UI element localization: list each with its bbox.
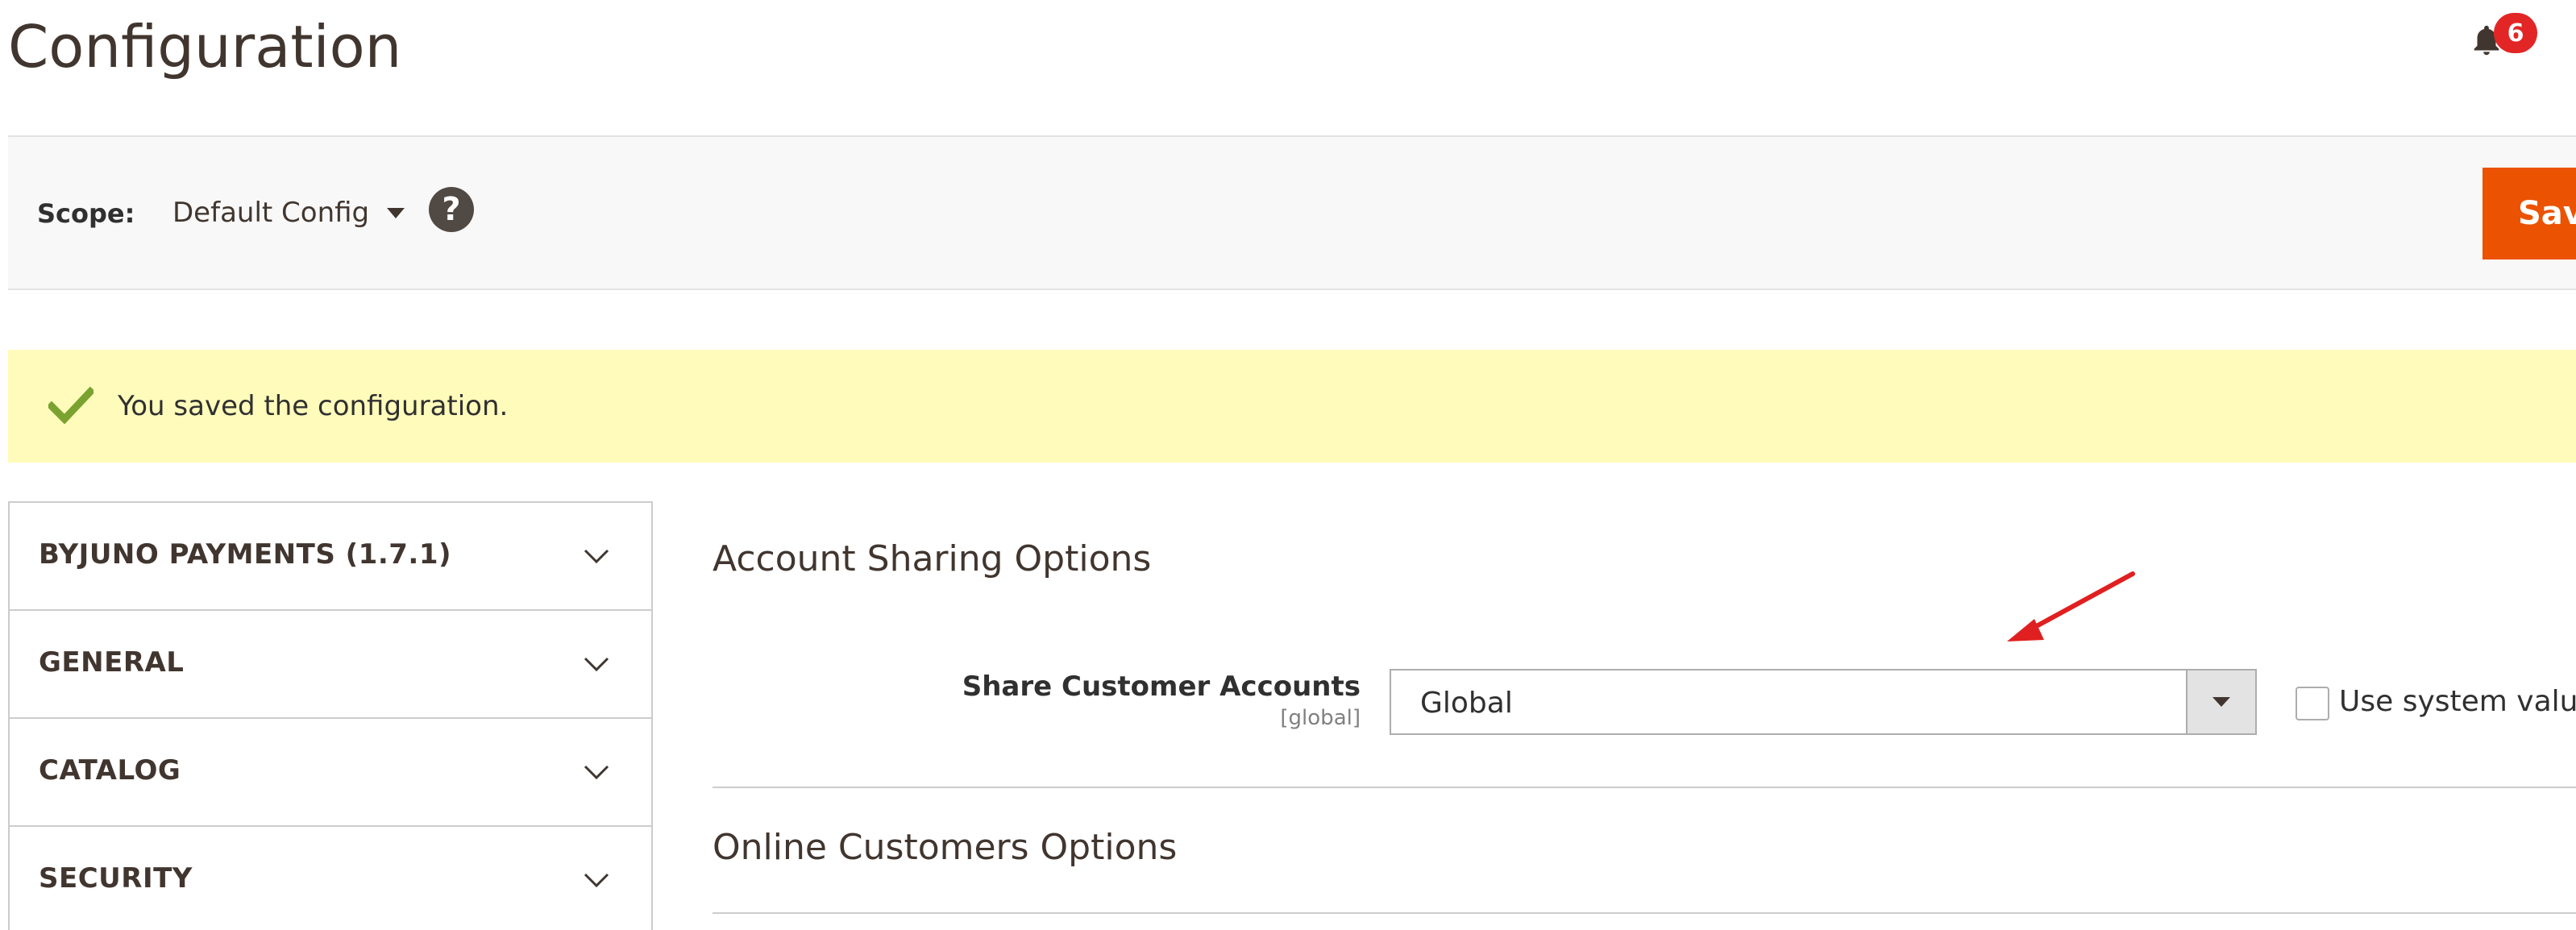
sidebar-item-security[interactable]: SECURITY <box>10 827 651 930</box>
use-system-value-label[interactable]: Use system value <box>2339 685 2576 718</box>
annotation-arrow-icon <box>2007 571 2135 641</box>
section-divider <box>713 912 2576 914</box>
page-title: Configuration <box>8 13 402 81</box>
sidebar-item-label: GENERAL <box>39 646 185 679</box>
section-title-online-customers[interactable]: Online Customers Options <box>713 827 1177 868</box>
caret-down-icon <box>387 207 405 218</box>
configuration-page: Configuration 6 Scope: Default Config ? … <box>0 0 2576 930</box>
scope-switcher[interactable]: Default Config <box>172 197 405 229</box>
chevron-down-icon <box>584 873 609 888</box>
sidebar-item-label: CATALOG <box>39 754 181 787</box>
sidebar-item-catalog[interactable]: CATALOG <box>10 719 651 827</box>
field-scope-label: [global] <box>1280 706 1361 730</box>
section-divider <box>713 787 2576 788</box>
section-title-account-sharing[interactable]: Account Sharing Options <box>713 538 1151 579</box>
use-system-value-checkbox[interactable] <box>2296 687 2329 720</box>
caret-down-icon <box>2212 697 2230 707</box>
scope-label: Scope: <box>37 198 135 229</box>
config-sidebar: BYJUNO PAYMENTS (1.7.1) GENERAL CATALOG … <box>8 501 653 930</box>
scope-bar: Scope: Default Config ? Save Config <box>8 135 2576 290</box>
save-config-button[interactable]: Save Config <box>2483 168 2576 259</box>
success-message-text: You saved the configuration. <box>118 390 509 422</box>
chevron-down-icon <box>584 549 609 564</box>
select-value: Global <box>1420 687 1513 720</box>
sidebar-item-label: SECURITY <box>39 862 193 895</box>
check-icon <box>48 387 93 424</box>
scope-switcher-value: Default Config <box>172 197 370 229</box>
select-toggle[interactable] <box>2186 671 2255 733</box>
notification-count-badge[interactable]: 6 <box>2494 13 2537 53</box>
sidebar-item-general[interactable]: GENERAL <box>10 611 651 719</box>
sidebar-item-byjuno-payments[interactable]: BYJUNO PAYMENTS (1.7.1) <box>10 503 651 611</box>
success-message: You saved the configuration. <box>8 350 2576 463</box>
help-icon[interactable]: ? <box>429 187 474 232</box>
sidebar-item-label: BYJUNO PAYMENTS (1.7.1) <box>39 538 452 571</box>
chevron-down-icon <box>584 657 609 672</box>
share-customer-accounts-label: Share Customer Accounts <box>962 671 1361 703</box>
share-customer-accounts-select[interactable]: Global <box>1390 669 2257 735</box>
chevron-down-icon <box>584 765 609 780</box>
